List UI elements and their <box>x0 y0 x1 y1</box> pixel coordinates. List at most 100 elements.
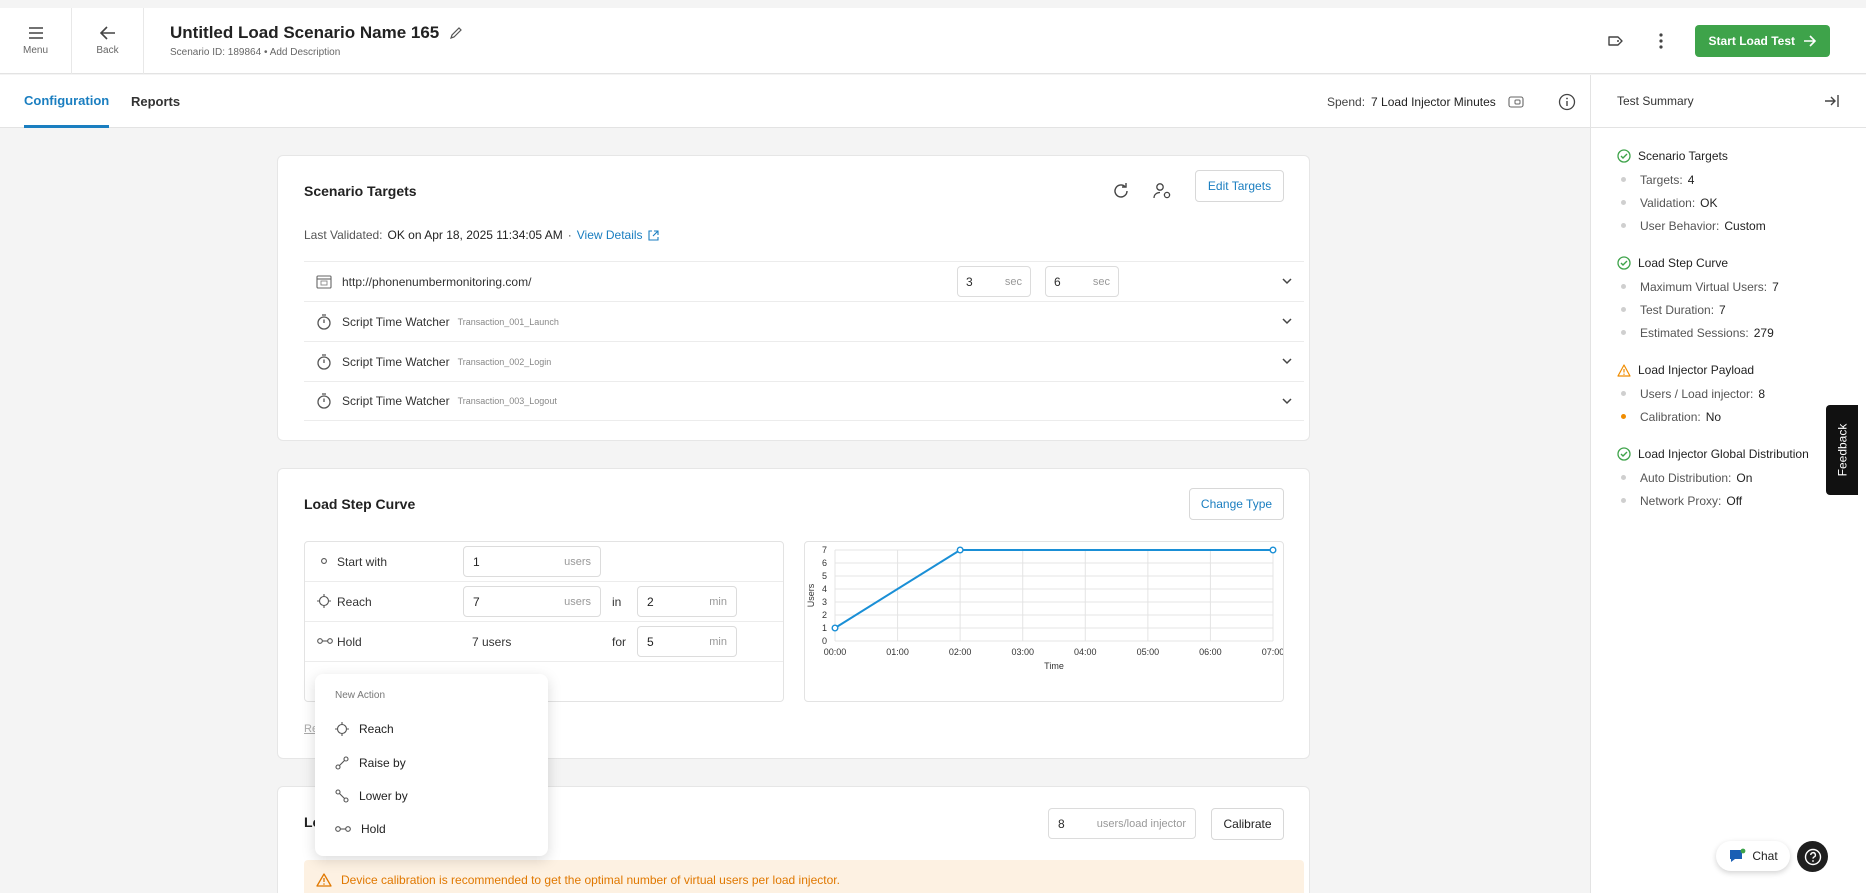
tag-icon[interactable] <box>1603 29 1627 53</box>
wallet-icon <box>1508 95 1524 108</box>
check-circle-icon <box>1617 149 1631 163</box>
refresh-icon[interactable] <box>1112 182 1130 200</box>
crosshair-icon <box>317 594 331 608</box>
y-tick-label: 1 <box>822 623 827 633</box>
summary-item: Auto Distribution: On <box>1617 466 1840 489</box>
bullet-dot <box>1621 330 1626 335</box>
check-circle-icon <box>1617 447 1631 461</box>
target-transaction: Transaction_002_Login <box>457 356 552 367</box>
tab-reports[interactable]: Reports <box>131 75 180 128</box>
reach-minutes-input[interactable]: 2 min <box>637 586 737 617</box>
menu-item-hold[interactable]: Hold <box>335 817 386 841</box>
y-tick-label: 2 <box>822 610 827 620</box>
hold-icon <box>335 826 351 832</box>
users-per-injector-value: 8 <box>1058 816 1065 831</box>
warning-icon <box>1617 363 1631 377</box>
y-tick-label: 3 <box>822 597 827 607</box>
summary-item-label: Targets: <box>1640 172 1683 187</box>
users-per-injector-unit: users/load injector <box>1096 817 1186 830</box>
summary-item-value: Off <box>1726 493 1743 508</box>
reach-label: Reach <box>337 595 372 609</box>
menu-item-lower-by[interactable]: Lower by <box>335 784 408 808</box>
summary-section-label: Load Injector Payload <box>1638 363 1755 377</box>
page-title: Untitled Load Scenario Name 165 <box>170 23 440 42</box>
pencil-icon[interactable] <box>449 26 463 40</box>
calibrate-button[interactable]: Calibrate <box>1211 808 1284 840</box>
timeout-2-unit: sec <box>1092 275 1110 288</box>
data-point <box>956 546 964 554</box>
reach-users-input[interactable]: 7 users <box>463 586 601 617</box>
hold-label: Hold <box>337 635 362 649</box>
new-action-menu: New Action Reach Raise by Lower by Hold <box>315 674 548 856</box>
bullet-dot <box>1621 391 1626 396</box>
collapse-panel-icon[interactable] <box>1824 94 1840 108</box>
stopwatch-icon <box>317 313 331 330</box>
back-button[interactable]: Back <box>72 7 144 74</box>
chevron-down-icon[interactable] <box>1280 314 1294 328</box>
feedback-tab[interactable]: Feedback <box>1826 405 1858 495</box>
tabs-bar: Configuration Reports Spend: 7 Load Inje… <box>0 75 1590 128</box>
target-row[interactable]: Script Time Watcher Transaction_003_Logo… <box>304 381 1304 421</box>
x-tick-label: 01:00 <box>886 647 909 657</box>
calibration-warning-text: Device calibration is recommended to get… <box>341 873 840 887</box>
info-icon[interactable] <box>1558 93 1576 111</box>
summary-section-title: Load Step Curve <box>1617 251 1840 275</box>
hold-minutes-input[interactable]: 5 min <box>637 626 737 657</box>
add-description-link[interactable]: Add Description <box>270 47 341 58</box>
chevron-down-icon[interactable] <box>1280 394 1294 408</box>
reach-users-unit: users <box>564 595 591 608</box>
menu-item-raise-by-label: Raise by <box>359 756 406 770</box>
bullet-dot <box>1621 223 1626 228</box>
last-validated-label: Last Validated: <box>304 228 383 242</box>
menu-item-hold-label: Hold <box>361 822 386 836</box>
chevron-down-icon[interactable] <box>1280 354 1294 368</box>
load-curve-svg: 0 1 2 3 4 5 6 7 00:00 01:00 02:00 03:00 04:00 05:00 06… <box>806 545 1284 671</box>
summary-section-label: Load Injector Global Distribution <box>1638 447 1809 461</box>
menu-item-raise-by[interactable]: Raise by <box>335 751 406 775</box>
x-axis-label: Time <box>1044 661 1064 671</box>
change-type-button[interactable]: Change Type <box>1189 488 1284 520</box>
view-details-link[interactable]: View Details <box>577 228 643 242</box>
tab-configuration[interactable]: Configuration <box>24 75 110 128</box>
app-header: Menu Back Untitled Load Scenario Name 16… <box>0 7 1866 74</box>
chat-button[interactable]: Chat <box>1716 841 1790 871</box>
users-per-injector-input[interactable]: 8 users/load injector <box>1048 808 1196 839</box>
user-settings-icon[interactable] <box>1153 182 1172 200</box>
y-tick-label: 7 <box>822 545 827 555</box>
summary-item-value: 7 <box>1772 279 1779 294</box>
chevron-down-icon[interactable] <box>1280 274 1294 288</box>
x-tick-label: 03:00 <box>1011 647 1034 657</box>
summary-section: Load Injector Payload Users / Load inject… <box>1591 358 1866 428</box>
summary-item-label: Test Duration: <box>1640 302 1715 317</box>
summary-item: Maximum Virtual Users: 7 <box>1617 275 1840 298</box>
summary-item-label: Users / Load injector: <box>1640 386 1754 401</box>
start-load-test-button[interactable]: Start Load Test <box>1694 25 1830 57</box>
help-button[interactable] <box>1797 841 1828 872</box>
external-link-icon <box>648 229 659 241</box>
timeout-1-value: 3 <box>966 274 973 289</box>
test-summary-panel: Test Summary Scenario Targets Targets: 4 Va… <box>1590 75 1866 893</box>
summary-item-value: Custom <box>1724 218 1766 233</box>
summary-section-title: Scenario Targets <box>1617 144 1840 168</box>
menu-button[interactable]: Menu <box>0 7 72 74</box>
y-tick-label: 5 <box>822 571 827 581</box>
summary-item: Targets: 4 <box>1617 168 1840 191</box>
bullet-dot <box>1621 307 1626 312</box>
target-row[interactable]: Script Time Watcher Transaction_002_Logi… <box>304 341 1304 381</box>
start-users-input[interactable]: 1 users <box>463 546 601 577</box>
menu-item-reach[interactable]: Reach <box>335 717 394 741</box>
bullet-dot <box>1621 200 1626 205</box>
chat-icon <box>1730 848 1746 862</box>
target-timeout-2[interactable]: 6 sec <box>1045 266 1119 297</box>
bullet-dot <box>1621 498 1626 503</box>
target-row[interactable]: Script Time Watcher Transaction_001_Laun… <box>304 301 1304 341</box>
step-row-start: Start with 1 users <box>305 542 783 582</box>
more-options-icon[interactable] <box>1649 29 1673 53</box>
subtitle-separator: • <box>263 47 268 58</box>
target-timeout-1[interactable]: 3 sec <box>957 266 1031 297</box>
scenario-id: Scenario ID: 189864 <box>170 47 262 58</box>
scenario-targets-title: Scenario Targets <box>304 183 417 199</box>
arrow-right-icon <box>1804 35 1816 47</box>
target-row[interactable]: http://phonenumbermonitoring.com/ 3 sec … <box>304 261 1304 301</box>
edit-targets-button[interactable]: Edit Targets <box>1195 170 1284 202</box>
